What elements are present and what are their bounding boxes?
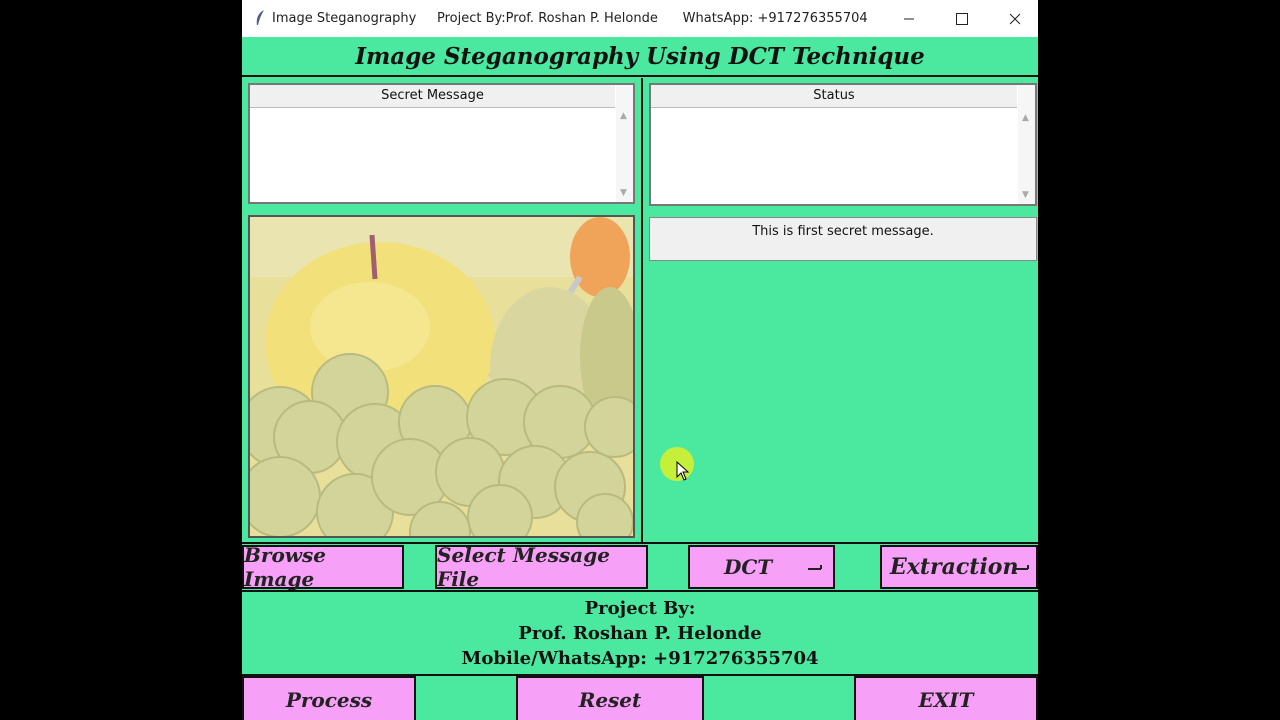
- image-preview: [248, 215, 635, 538]
- reset-button[interactable]: Reset: [516, 676, 704, 720]
- status-header: Status: [651, 85, 1017, 108]
- secret-message-panel: Secret Message ▲ ▼: [248, 83, 635, 204]
- menu-indicator-icon: [808, 565, 822, 570]
- credits-block: Project By: Prof. Roshan P. Helonde Mobi…: [242, 596, 1038, 671]
- scroll-down-icon: ▼: [1022, 190, 1029, 200]
- mouse-cursor-highlight: [660, 447, 694, 481]
- close-icon: [1009, 13, 1021, 25]
- select-message-file-button[interactable]: Select Message File: [435, 543, 648, 591]
- secret-message-textarea[interactable]: [250, 108, 615, 202]
- process-button[interactable]: Process: [242, 676, 416, 720]
- extraction-label: Extraction: [890, 554, 1019, 580]
- extraction-menu-button[interactable]: Extraction: [880, 545, 1038, 589]
- maximize-button[interactable]: [939, 6, 985, 32]
- minimize-button[interactable]: [886, 6, 932, 32]
- scroll-down-icon: ▼: [620, 188, 627, 198]
- minimize-icon: [904, 18, 914, 20]
- feather-icon: [256, 10, 264, 25]
- fruit-image: [250, 217, 633, 536]
- credits-line-3: Mobile/WhatsApp: +917276355704: [461, 648, 819, 669]
- cursor-icon: [676, 461, 690, 481]
- close-button[interactable]: [992, 6, 1038, 32]
- dct-menu-button[interactable]: DCT: [688, 545, 835, 589]
- scroll-up-icon: ▲: [620, 111, 627, 121]
- page-title: Image Steganography Using DCT Technique: [242, 37, 1038, 77]
- maximize-icon: [956, 13, 968, 25]
- scroll-up-icon: ▲: [1022, 113, 1029, 123]
- title-bar: Image Steganography Project By:Prof. Ros…: [242, 0, 1038, 37]
- app-window: Image Steganography Project By:Prof. Ros…: [242, 0, 1038, 720]
- credits-line-1: Project By:: [584, 598, 696, 619]
- credits-line-2: Prof. Roshan P. Helonde: [518, 623, 762, 644]
- exit-button[interactable]: EXIT: [854, 676, 1038, 720]
- vertical-divider: [641, 78, 643, 544]
- status-scrollbar[interactable]: ▲ ▼: [1018, 85, 1035, 204]
- browse-image-button[interactable]: Browse Image: [242, 543, 404, 591]
- dct-label: DCT: [724, 555, 773, 579]
- divider-middle: [242, 590, 1038, 592]
- extracted-message-label: This is first secret message.: [649, 217, 1037, 261]
- status-panel: Status ▲ ▼: [649, 83, 1037, 206]
- secret-message-header: Secret Message: [250, 85, 615, 108]
- secret-message-scrollbar[interactable]: ▲ ▼: [616, 85, 633, 202]
- status-textarea[interactable]: [651, 108, 1017, 204]
- menu-indicator-icon: [1015, 565, 1029, 570]
- window-title: Image Steganography Project By:Prof. Ros…: [272, 11, 868, 26]
